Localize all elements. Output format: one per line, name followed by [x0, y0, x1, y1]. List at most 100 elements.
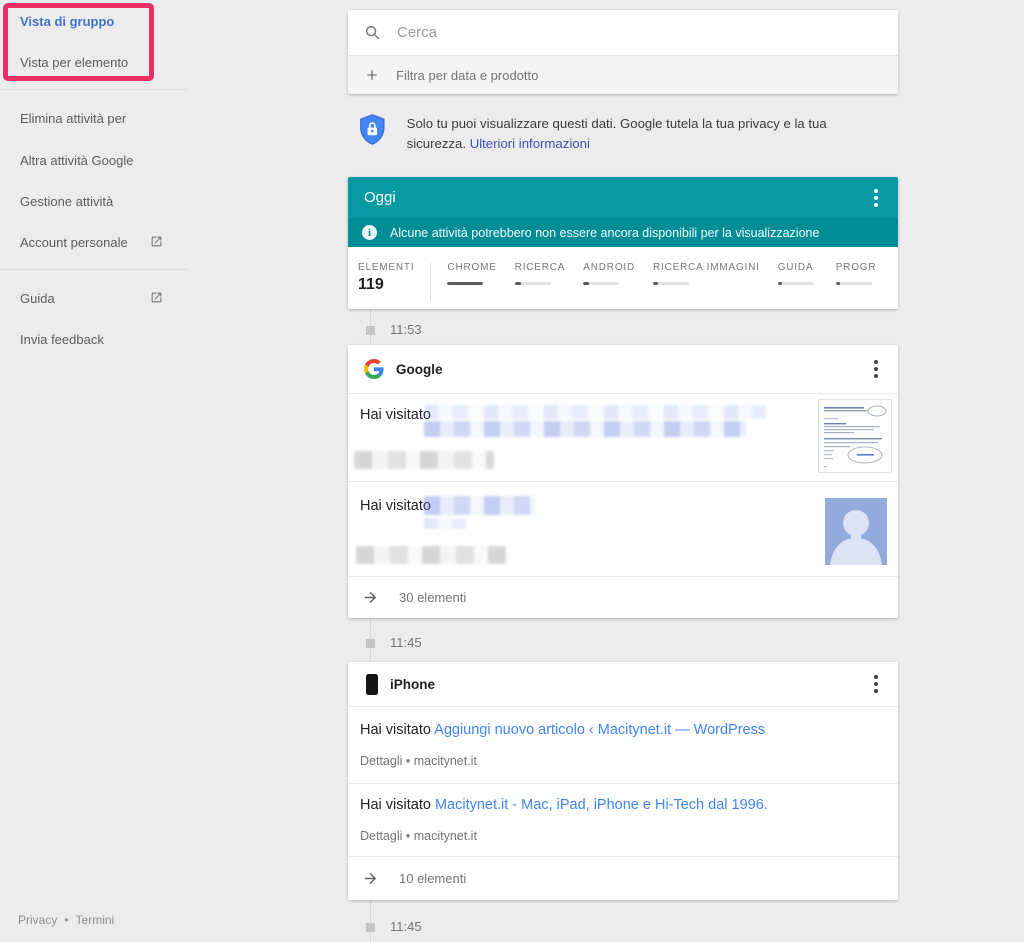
stat-elements: ELEMENTI 119 — [358, 262, 414, 294]
iphone-activity-card: iPhone Hai visitato Aggiungi nuovo artic… — [348, 662, 898, 900]
redacted-details-text — [354, 451, 494, 469]
privacy-notice-text: Solo tu puoi visualizzare questi dati. G… — [406, 116, 827, 151]
items-count-label: 30 elementi — [399, 589, 467, 605]
google-logo-icon — [364, 359, 384, 379]
expand-items-row[interactable]: 10 elementi — [348, 856, 898, 900]
sidebar-item-personal-account[interactable]: Account personale — [20, 235, 128, 250]
timeline-time: 11:53 — [390, 322, 422, 337]
stat-bar — [514, 282, 551, 285]
stat-product-label: PROGR — [835, 262, 877, 273]
visited-page-link[interactable]: Aggiungi nuovo articolo ‹ Macitynet.it —… — [434, 722, 765, 738]
arrow-right-icon — [364, 872, 377, 884]
sidebar-item-delete-activity[interactable]: Elimina attività per — [20, 111, 126, 126]
stat-product-progr: PROGR — [835, 262, 877, 285]
visit-prefix: Hai visitato — [360, 498, 431, 514]
sidebar-divider — [0, 269, 188, 270]
learn-more-link[interactable]: Ulteriori informazioni — [470, 136, 590, 151]
card-title: Google — [396, 361, 443, 377]
search-card: Filtra per data e prodotto — [348, 10, 898, 94]
expand-items-row[interactable]: 30 elementi — [348, 576, 898, 618]
stat-product-label: ANDROID — [583, 262, 635, 273]
sidebar-item-manage-activity[interactable]: Gestione attività — [20, 194, 113, 209]
stat-elements-label: ELEMENTI — [358, 262, 415, 273]
visit-text: Hai visitato Aggiungi nuovo articolo ‹ M… — [360, 722, 766, 738]
privacy-notice: Solo tu puoi visualizzare questi dati. G… — [360, 114, 880, 154]
sidebar-item-help[interactable]: Guida — [20, 291, 55, 306]
card-title: iPhone — [390, 676, 436, 692]
stat-bar — [777, 282, 814, 285]
more-options-icon[interactable] — [870, 672, 882, 697]
sidebar-divider — [0, 89, 188, 90]
today-stats-row: ELEMENTI 119 CHROME RICERCA ANDROID RICE… — [348, 247, 898, 309]
more-options-icon[interactable] — [870, 357, 882, 382]
sidebar-item-item-view[interactable]: Vista per elemento — [20, 55, 128, 70]
stat-product-android: ANDROID — [583, 262, 635, 285]
activity-entry: Hai visitato Aggiungi nuovo articolo ‹ M… — [348, 707, 898, 783]
redacted-link-text — [424, 496, 536, 515]
today-card: Oggi i Alcune attività potrebbero non es… — [348, 177, 898, 309]
stat-bar — [835, 282, 872, 285]
external-link-icon — [151, 236, 162, 247]
stat-bar — [447, 282, 484, 285]
sidebar-item-group-view[interactable]: Vista di gruppo — [20, 14, 114, 29]
sidebar-item-send-feedback[interactable]: Invia feedback — [20, 332, 104, 347]
my-activity-page: Vista di gruppo Vista per elemento Elimi… — [0, 0, 1024, 942]
phone-icon — [366, 673, 378, 695]
activity-entry: Hai visitato Macitynet.it - Mac, iPad, i… — [348, 783, 898, 856]
stat-product-chrome: CHROME — [447, 262, 496, 285]
privacy-link[interactable]: Privacy — [18, 913, 57, 927]
filter-label: Filtra per data e prodotto — [396, 67, 539, 83]
today-title: Oggi — [364, 189, 396, 206]
today-info-banner: i Alcune attività potrebbero non essere … — [348, 218, 898, 247]
redacted-details-text — [356, 546, 506, 564]
stat-product-ricerca-immagini: RICERCA IMMAGINI — [653, 262, 760, 285]
more-options-icon[interactable] — [870, 185, 882, 210]
timeline-dot — [366, 639, 375, 648]
stat-product-label: RICERCA IMMAGINI — [653, 262, 760, 273]
stat-bar — [653, 282, 689, 285]
info-icon: i — [362, 225, 377, 240]
search-row — [348, 10, 898, 54]
activity-entry: Hai visitato — [348, 482, 898, 576]
activity-entry: Hai visitato — [348, 394, 898, 481]
filter-by-date-product-row[interactable]: Filtra per data e prodotto — [348, 55, 898, 94]
entry-details: Dettagli • macitynet.it — [360, 754, 477, 768]
search-icon — [365, 25, 380, 39]
stat-bar — [583, 282, 620, 285]
stat-elements-count: 119 — [358, 276, 384, 293]
stat-product-guida: GUIDA — [777, 262, 814, 285]
plus-icon — [367, 70, 377, 80]
redacted-link-text — [424, 405, 766, 419]
timeline-time: 11:45 — [390, 919, 422, 934]
today-card-header: Oggi — [348, 177, 898, 218]
entry-details: Dettagli • macitynet.it — [360, 829, 477, 843]
timeline-time: 11:45 — [390, 635, 422, 650]
items-count-label: 10 elementi — [399, 870, 467, 886]
stats-divider — [430, 263, 432, 301]
visit-text: Hai visitato Macitynet.it - Mac, iPad, i… — [360, 797, 768, 813]
shield-lock-icon — [360, 114, 385, 145]
terms-link[interactable]: Termini — [76, 913, 115, 927]
banner-text: Alcune attività potrebbero non essere an… — [390, 225, 820, 240]
page-thumbnail — [818, 399, 892, 473]
timeline-dot — [366, 326, 375, 335]
google-activity-card: Google Hai visitato Hai visitato 30 elem… — [348, 345, 898, 618]
visit-prefix: Hai visitato — [360, 407, 431, 423]
stat-product-label: RICERCA — [514, 262, 566, 273]
iphone-card-header: iPhone — [348, 662, 898, 707]
external-link-icon — [151, 292, 162, 303]
redacted-link-text — [424, 518, 466, 529]
sidebar-footer: Privacy • Termini — [18, 913, 114, 927]
timeline-dot — [366, 923, 375, 932]
stat-product-label: CHROME — [447, 262, 497, 273]
google-card-header: Google — [348, 345, 898, 394]
stat-product-ricerca: RICERCA — [514, 262, 566, 285]
stat-product-label: GUIDA — [777, 262, 814, 273]
arrow-right-icon — [364, 591, 377, 603]
footer-separator: • — [64, 913, 69, 927]
sidebar-item-other-activity[interactable]: Altra attività Google — [20, 153, 133, 168]
search-input[interactable] — [395, 22, 819, 42]
redacted-link-text — [424, 421, 746, 437]
avatar — [825, 498, 887, 565]
visited-page-link[interactable]: Macitynet.it - Mac, iPad, iPhone e Hi-Te… — [435, 797, 768, 813]
